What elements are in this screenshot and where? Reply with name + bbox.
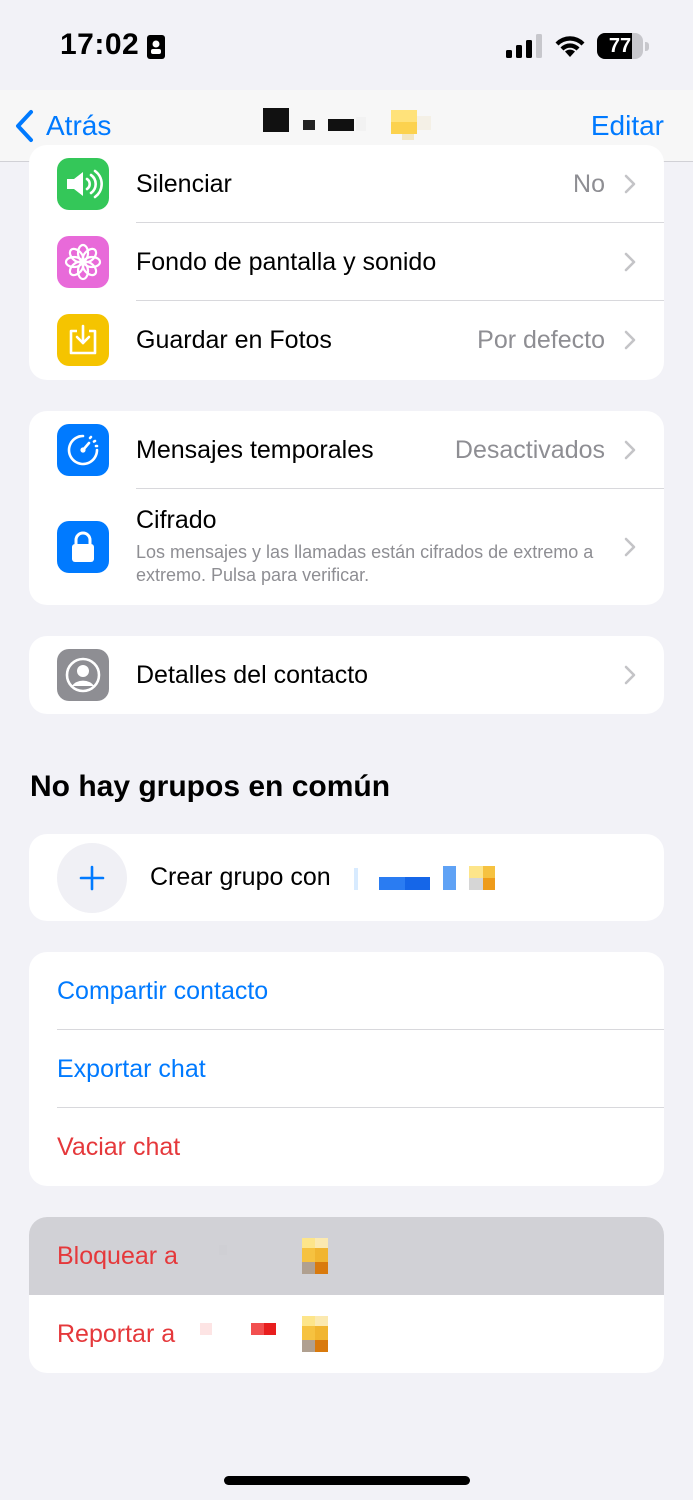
chat-settings-card: Silenciar No Fondo de pantalla y sonido — [29, 145, 664, 380]
share-contact-label: Compartir contacto — [57, 977, 269, 1005]
create-group-card: Crear grupo con — [29, 834, 664, 921]
block-report-card: Bloquear a Reportar a — [29, 1217, 664, 1373]
export-chat-row[interactable]: Exportar chat — [29, 1030, 664, 1108]
contact-name-redacted — [263, 108, 431, 140]
chevron-right-icon — [624, 174, 636, 194]
contact-details-card: Detalles del contacto — [29, 636, 664, 714]
create-group-row[interactable]: Crear grupo con — [29, 834, 664, 921]
cellular-signal-icon — [506, 34, 542, 58]
encryption-description: Los mensajes y las llamadas están cifrad… — [136, 542, 594, 585]
back-label: Atrás — [46, 110, 112, 141]
clear-chat-label: Vaciar chat — [57, 1133, 181, 1161]
block-label: Bloquear a — [57, 1242, 178, 1270]
save-photos-row[interactable]: Guardar en Fotos Por defecto — [29, 301, 664, 379]
timer-icon — [57, 424, 109, 476]
clear-chat-row[interactable]: Vaciar chat — [29, 1108, 664, 1186]
temporary-messages-value: Desactivados — [454, 436, 605, 464]
chevron-right-icon — [624, 440, 636, 460]
lock-icon — [57, 521, 109, 573]
chevron-left-icon — [16, 110, 33, 142]
edit-button[interactable]: Editar — [591, 108, 664, 144]
privacy-card: Mensajes temporales Desactivados Cifrado… — [29, 411, 664, 605]
home-indicator[interactable] — [224, 1476, 470, 1485]
status-bar: 17:02 77 — [0, 0, 693, 90]
chevron-right-icon — [624, 665, 636, 685]
encryption-row[interactable]: Cifrado Los mensajes y las llamadas está… — [29, 489, 664, 605]
flower-icon — [57, 236, 109, 288]
silenciar-label: Silenciar — [136, 170, 232, 198]
silenciar-row[interactable]: Silenciar No — [29, 145, 664, 223]
contact-details-row[interactable]: Detalles del contacto — [29, 636, 664, 714]
chevron-right-icon — [624, 330, 636, 350]
chevron-right-icon — [624, 537, 636, 557]
battery-percent: 77 — [608, 35, 632, 57]
encryption-label: Cifrado — [136, 506, 217, 534]
report-row[interactable]: Reportar a — [29, 1295, 664, 1373]
create-group-label: Crear grupo con — [150, 863, 331, 891]
groups-section-title: No hay grupos en común — [30, 770, 391, 803]
chat-actions-card: Compartir contacto Exportar chat Vaciar … — [29, 952, 664, 1186]
status-time: 17:02 — [60, 28, 140, 61]
battery-indicator: 77 — [597, 33, 649, 59]
speaker-icon — [57, 158, 109, 210]
block-row[interactable]: Bloquear a — [29, 1217, 664, 1295]
save-photos-value: Por defecto — [477, 326, 605, 354]
silenciar-value: No — [573, 170, 605, 198]
wallpaper-sound-row[interactable]: Fondo de pantalla y sonido — [29, 223, 664, 301]
temporary-messages-label: Mensajes temporales — [136, 436, 374, 464]
person-circle-icon — [57, 649, 109, 701]
chevron-right-icon — [624, 252, 636, 272]
wallpaper-sound-label: Fondo de pantalla y sonido — [136, 248, 437, 276]
contact-name-redacted — [354, 866, 495, 890]
back-button[interactable]: Atrás — [14, 104, 111, 148]
plus-icon — [57, 843, 127, 913]
temporary-messages-row[interactable]: Mensajes temporales Desactivados — [29, 411, 664, 489]
contact-details-label: Detalles del contacto — [136, 661, 369, 689]
save-photos-label: Guardar en Fotos — [136, 326, 332, 354]
save-download-icon — [57, 314, 109, 366]
focus-badge-icon — [147, 35, 165, 59]
contact-name-redacted — [219, 1238, 328, 1274]
share-contact-row[interactable]: Compartir contacto — [29, 952, 664, 1030]
wifi-icon — [555, 36, 585, 57]
export-chat-label: Exportar chat — [57, 1055, 206, 1083]
report-label: Reportar a — [57, 1320, 176, 1348]
contact-name-redacted — [200, 1316, 328, 1352]
